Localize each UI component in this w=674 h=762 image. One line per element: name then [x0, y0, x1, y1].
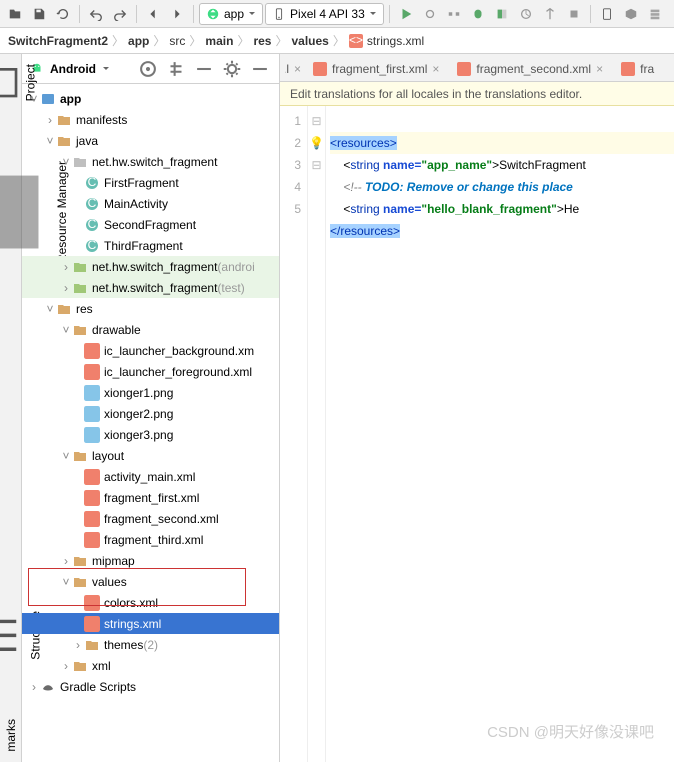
tool-window-strip: Project Resource Manager Structure marks: [0, 54, 22, 762]
tree-layout[interactable]: ˅layout: [22, 445, 279, 466]
tree-class[interactable]: CFirstFragment: [22, 172, 279, 193]
hide-icon[interactable]: [249, 58, 271, 80]
chevron-down-icon[interactable]: [102, 65, 110, 73]
stop-icon[interactable]: [563, 3, 585, 25]
bc-values[interactable]: values: [292, 34, 329, 48]
svg-text:<>: <>: [349, 34, 363, 47]
run-config-label: app: [224, 7, 244, 21]
gutter-icons: ⊟ 💡 ⊟: [308, 106, 326, 762]
forward-icon[interactable]: [166, 3, 188, 25]
editor-tabs: .l× fragment_first.xml× fragment_second.…: [280, 54, 674, 82]
tree-pkg1[interactable]: ˅net.hw.switch_fragment: [22, 151, 279, 172]
expand-all-icon[interactable]: [165, 58, 187, 80]
xml-file-icon: <>: [349, 34, 363, 48]
tree-file[interactable]: activity_main.xml: [22, 466, 279, 487]
sync-icon[interactable]: [644, 3, 666, 25]
tree-file[interactable]: ic_launcher_foreground.xml: [22, 361, 279, 382]
tree-drawable[interactable]: ˅drawable: [22, 319, 279, 340]
tree-file[interactable]: xionger3.png: [22, 424, 279, 445]
back-icon[interactable]: [142, 3, 164, 25]
tree-xml[interactable]: ›xml: [22, 655, 279, 676]
tree-app[interactable]: ˅app: [22, 88, 279, 109]
bc-file[interactable]: strings.xml: [367, 34, 424, 48]
bc-src[interactable]: src: [169, 34, 185, 48]
translations-banner[interactable]: Edit translations for all locales in the…: [280, 82, 674, 106]
tree-colors[interactable]: colors.xml: [22, 592, 279, 613]
tree-file[interactable]: ic_launcher_background.xm: [22, 340, 279, 361]
bulb-icon[interactable]: 💡: [308, 132, 325, 154]
tree-file[interactable]: fragment_first.xml: [22, 487, 279, 508]
attach-icon[interactable]: [539, 3, 561, 25]
tree-gradle[interactable]: ›Gradle Scripts: [22, 676, 279, 697]
main-toolbar: app Pixel 4 API 33: [0, 0, 674, 28]
device-label: Pixel 4 API 33: [290, 7, 365, 21]
select-file-icon[interactable]: [137, 58, 159, 80]
tree-pkg-test[interactable]: ›net.hw.switch_fragment (test): [22, 277, 279, 298]
svg-text:C: C: [88, 175, 97, 189]
tree-values[interactable]: ˅values: [22, 571, 279, 592]
tree-class[interactable]: CThirdFragment: [22, 235, 279, 256]
tree-pkg-android-test[interactable]: ›net.hw.switch_fragment (androi: [22, 256, 279, 277]
fold-icon[interactable]: ⊟: [308, 110, 325, 132]
tree-themes[interactable]: ›themes (2): [22, 634, 279, 655]
tab-fragment-overflow[interactable]: fra: [612, 55, 663, 81]
project-tree: ˅app ›manifests ˅java ˅net.hw.switch_fra…: [22, 84, 279, 762]
line-numbers: 12345: [280, 106, 308, 762]
profile-icon[interactable]: [515, 3, 537, 25]
run-icon[interactable]: [395, 3, 417, 25]
bc-root[interactable]: SwitchFragment2: [8, 34, 108, 48]
tab-fragment-first[interactable]: fragment_first.xml×: [304, 55, 448, 81]
bc-sep: 〉: [112, 32, 124, 49]
project-view-header: Android: [22, 54, 279, 84]
breadcrumb: SwitchFragment2 〉 app 〉 src 〉 main 〉 res…: [0, 28, 674, 54]
refresh-icon[interactable]: [52, 3, 74, 25]
close-tab-icon[interactable]: ×: [596, 62, 603, 76]
code-content[interactable]: <resources> <string name="app_name">Swit…: [326, 106, 674, 762]
bc-res[interactable]: res: [253, 34, 271, 48]
tree-strings-selected[interactable]: strings.xml: [22, 613, 279, 634]
tree-res[interactable]: ˅res: [22, 298, 279, 319]
bookmarks-tool-tab[interactable]: marks: [4, 719, 18, 752]
editor-pane: .l× fragment_first.xml× fragment_second.…: [280, 54, 674, 762]
apply-changes-icon[interactable]: [419, 3, 441, 25]
device-selector[interactable]: Pixel 4 API 33: [265, 3, 384, 25]
debug-icon[interactable]: [467, 3, 489, 25]
tab-prev[interactable]: .l×: [284, 55, 304, 81]
tree-file[interactable]: fragment_third.xml: [22, 529, 279, 550]
tree-file[interactable]: xionger1.png: [22, 382, 279, 403]
avd-icon[interactable]: [596, 3, 618, 25]
tree-file[interactable]: fragment_second.xml: [22, 508, 279, 529]
code-editor[interactable]: 12345 ⊟ 💡 ⊟ <resources> <string name="ap…: [280, 106, 674, 762]
collapse-icon[interactable]: [193, 58, 215, 80]
fold-icon[interactable]: ⊟: [308, 154, 325, 176]
tree-class[interactable]: CMainActivity: [22, 193, 279, 214]
svg-text:C: C: [88, 238, 97, 252]
coverage-icon[interactable]: [491, 3, 513, 25]
redo-icon[interactable]: [109, 3, 131, 25]
project-sidebar: Android ˅app ›manifests ˅java ˅net.hw.sw…: [22, 54, 280, 762]
run-config-selector[interactable]: app: [199, 3, 263, 25]
undo-icon[interactable]: [85, 3, 107, 25]
view-mode-label[interactable]: Android: [50, 62, 96, 76]
svg-text:C: C: [88, 217, 97, 231]
tree-mipmap[interactable]: ›mipmap: [22, 550, 279, 571]
tree-file[interactable]: xionger2.png: [22, 403, 279, 424]
sdk-icon[interactable]: [620, 3, 642, 25]
settings-icon[interactable]: [221, 58, 243, 80]
open-icon[interactable]: [4, 3, 26, 25]
apply-code-icon[interactable]: [443, 3, 465, 25]
tab-fragment-second[interactable]: fragment_second.xml×: [448, 55, 612, 81]
bc-app[interactable]: app: [128, 34, 149, 48]
tree-java[interactable]: ˅java: [22, 130, 279, 151]
tree-class[interactable]: CSecondFragment: [22, 214, 279, 235]
close-tab-icon[interactable]: ×: [432, 62, 439, 76]
svg-text:C: C: [88, 196, 97, 210]
bc-main[interactable]: main: [205, 34, 233, 48]
tree-manifests[interactable]: ›manifests: [22, 109, 279, 130]
save-icon[interactable]: [28, 3, 50, 25]
